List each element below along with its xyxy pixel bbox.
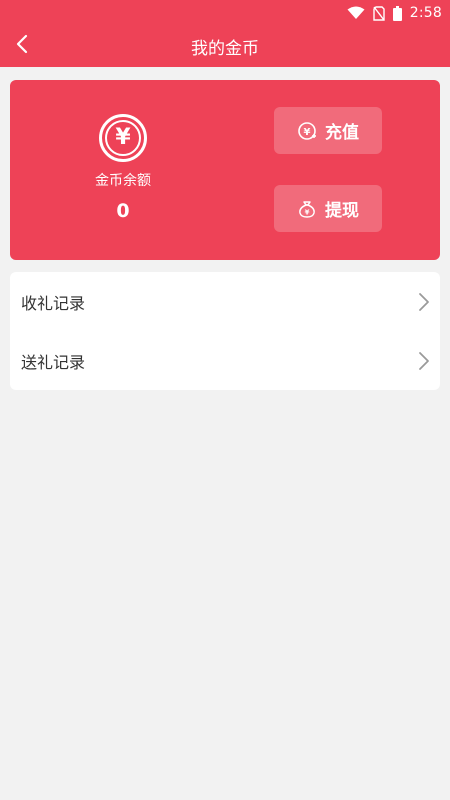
withdraw-label: 提现 [325, 201, 359, 221]
sent-gifts-label: 送礼记录 [21, 352, 86, 372]
list-item-sent-gifts[interactable]: 送礼记录 [10, 331, 440, 390]
status-icons: 2:58 [347, 4, 442, 22]
status-time: 2:58 [409, 5, 442, 21]
records-list: 收礼记录 送礼记录 [10, 272, 440, 390]
page-title: 我的金币 [191, 39, 259, 59]
chevron-right-icon [418, 292, 430, 316]
balance-value: 0 [116, 200, 130, 222]
status-bar: 2:58 [0, 0, 450, 26]
no-sim-icon [373, 5, 385, 21]
coin-balance-card: ¥ 金币余额 0 ¥ 充值 ¥ 提现 [10, 80, 440, 260]
svg-text:¥: ¥ [304, 127, 311, 138]
recharge-button[interactable]: ¥ 充值 [274, 107, 382, 154]
coin-symbol: ¥ [105, 120, 141, 156]
recharge-label: 充值 [325, 123, 359, 143]
chevron-right-icon [418, 351, 430, 375]
balance-label: 金币余额 [95, 173, 151, 189]
received-gifts-label: 收礼记录 [21, 293, 86, 313]
svg-text:¥: ¥ [305, 208, 310, 216]
coin-yen-icon: ¥ [99, 114, 147, 162]
wifi-icon [347, 6, 365, 20]
battery-icon [392, 5, 402, 21]
withdraw-button[interactable]: ¥ 提现 [274, 185, 382, 232]
top-nav-bar: 我的金币 [0, 26, 450, 67]
money-bag-icon: ¥ [297, 199, 317, 219]
list-item-received-gifts[interactable]: 收礼记录 [10, 272, 440, 331]
recharge-coin-icon: ¥ [297, 121, 317, 141]
